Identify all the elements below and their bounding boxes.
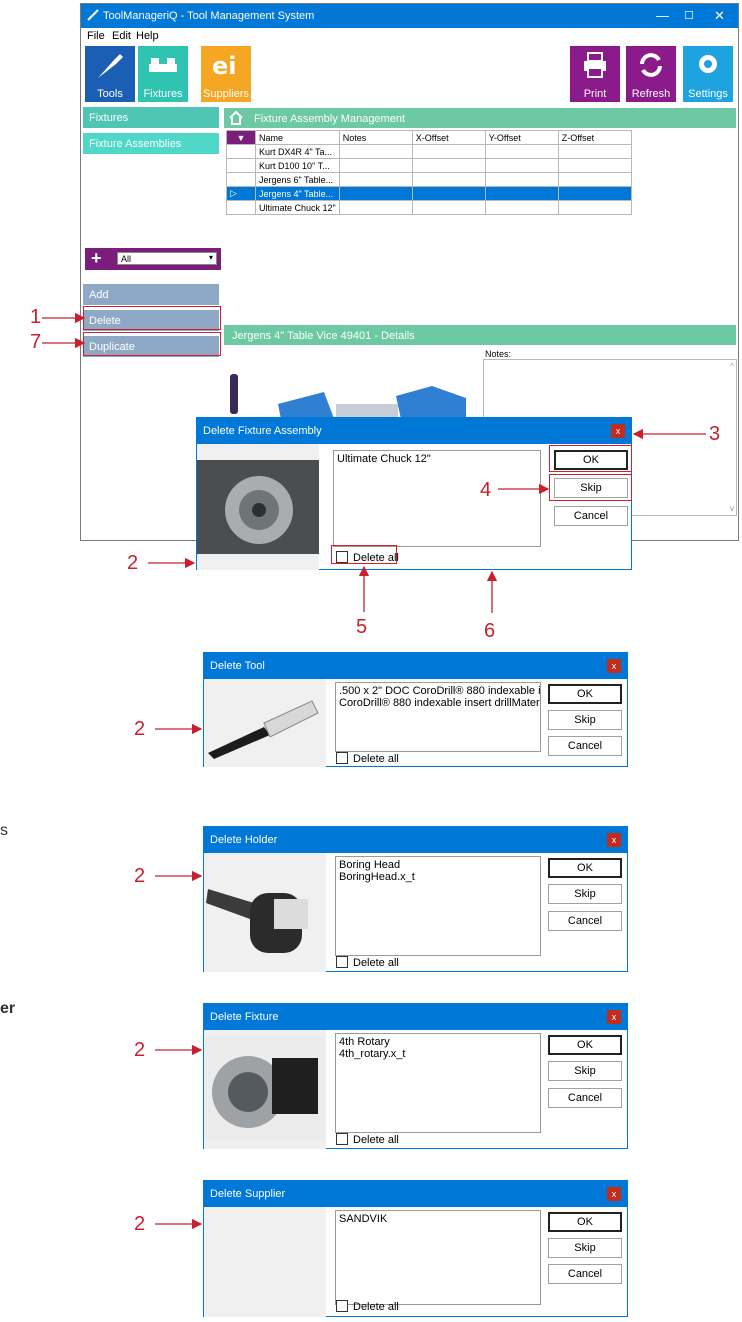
callout-arrows <box>42 312 706 1230</box>
